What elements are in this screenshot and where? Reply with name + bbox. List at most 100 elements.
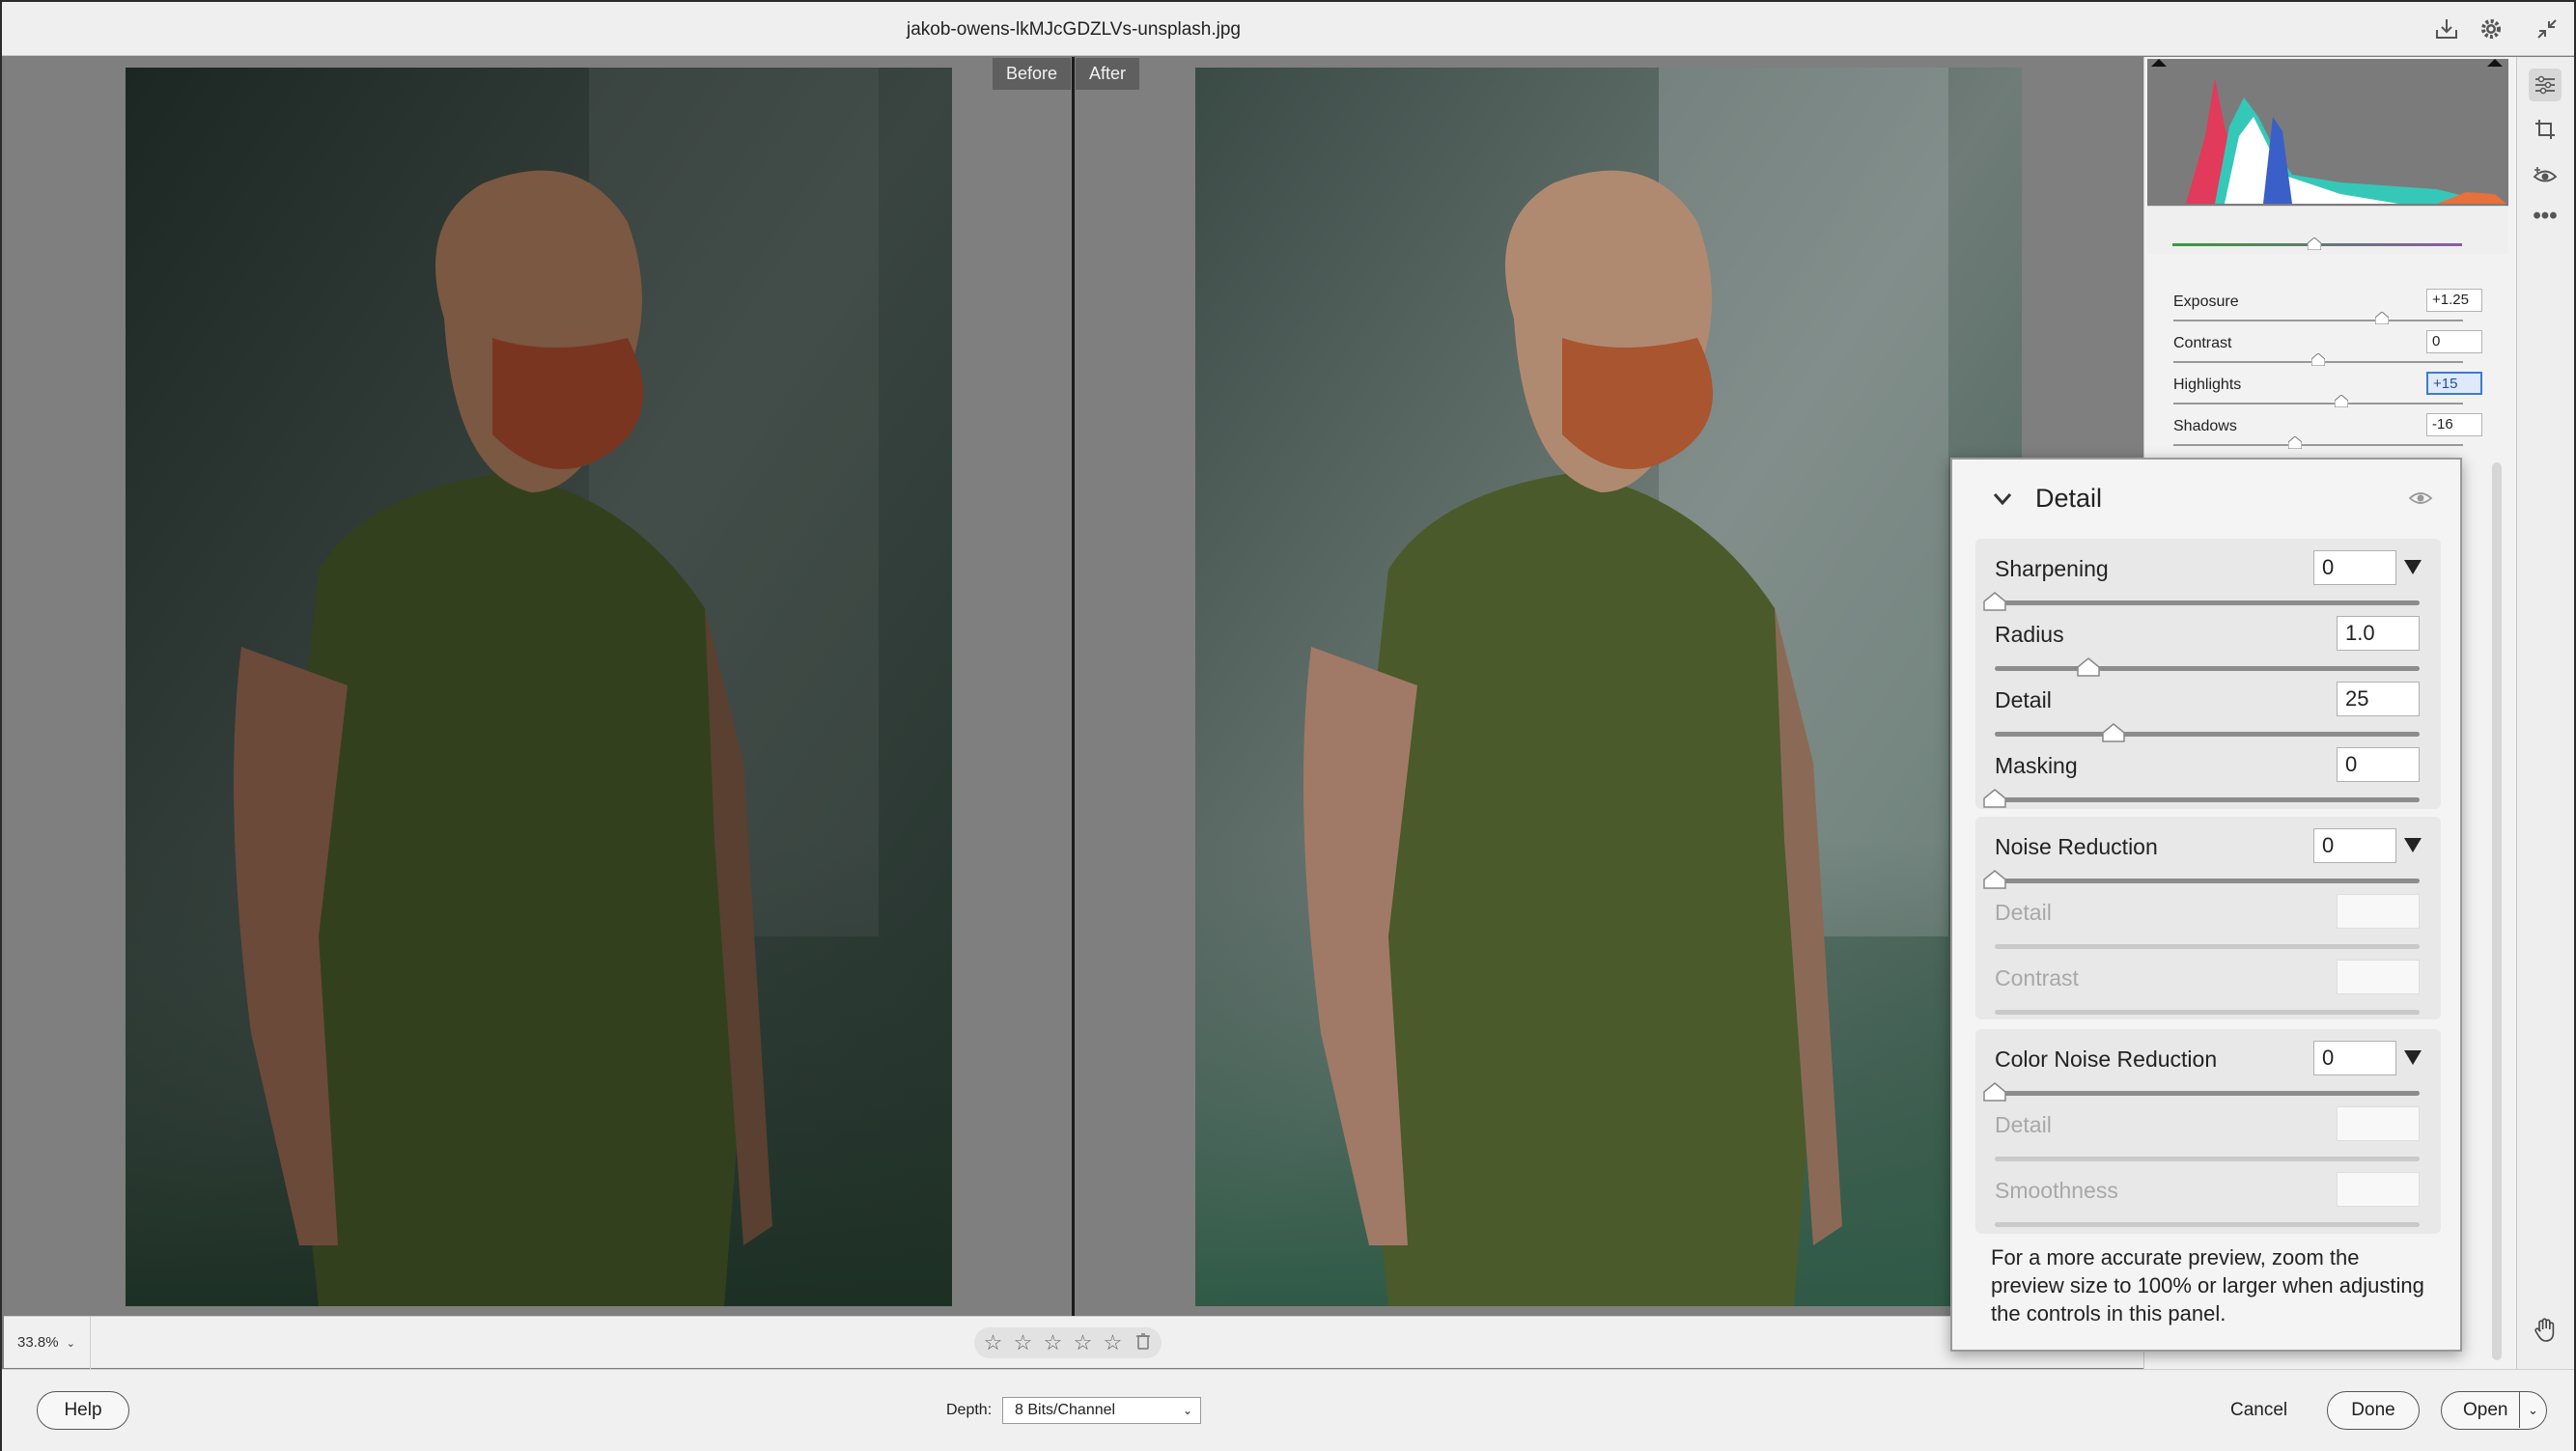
cancel-button[interactable]: Cancel <box>2230 1391 2287 1430</box>
slider-thumb[interactable] <box>1983 789 2006 808</box>
detail-header[interactable]: Detail <box>1952 460 2460 537</box>
hand-icon[interactable] <box>2529 1314 2562 1347</box>
basic-row-shadows: Shadows -16 <box>2173 413 2482 459</box>
chevron-down-icon[interactable]: ⌄ <box>2519 1392 2546 1428</box>
crop-icon[interactable] <box>2529 113 2562 146</box>
chevron-down-icon: ⌄ <box>66 1338 75 1350</box>
basic-row-highlights: Highlights +15 <box>2173 372 2482 417</box>
collapse-icon[interactable] <box>2532 14 2562 44</box>
slider-thumb[interactable] <box>1983 870 2006 889</box>
slider-track <box>1995 1157 2420 1161</box>
slider-value-field[interactable]: 0 <box>2426 330 2482 353</box>
slider-label: Contrast <box>1995 965 2079 991</box>
slider-track[interactable] <box>2173 403 2463 405</box>
slider-track[interactable] <box>2173 320 2463 321</box>
edit-sliders-icon[interactable] <box>2529 69 2562 101</box>
slider-thumb[interactable] <box>1983 592 2006 611</box>
basic-row-exposure: Exposure +1.25 <box>2173 289 2482 334</box>
group-value-field[interactable]: 0 <box>2313 828 2396 863</box>
slider-track[interactable] <box>1995 1091 2420 1096</box>
slider-value-field[interactable]: +1.25 <box>2426 289 2482 312</box>
chevron-down-icon: ⌄ <box>1182 1404 1192 1417</box>
slider-thumb[interactable] <box>2102 723 2125 742</box>
slider-track[interactable] <box>1995 879 2420 883</box>
chevron-down-icon[interactable] <box>1993 492 2012 506</box>
more-icon[interactable]: ••• <box>2529 200 2562 233</box>
slider-thumb[interactable] <box>2375 312 2389 324</box>
star-icon[interactable]: ☆ <box>1072 1330 1094 1355</box>
slider-value-field <box>2337 1106 2420 1141</box>
star-icon[interactable]: ☆ <box>1012 1330 1034 1355</box>
slider-track[interactable] <box>2173 444 2463 446</box>
slider-thumb[interactable] <box>2288 436 2302 449</box>
slider-thumb[interactable] <box>2311 353 2325 366</box>
open-button[interactable]: Open ⌄ <box>2441 1391 2547 1430</box>
slider-label: Radius <box>1995 622 2064 647</box>
slider-track[interactable] <box>1995 797 2420 802</box>
slider-thumb[interactable] <box>2335 395 2348 407</box>
slider-value-field[interactable]: 0 <box>2337 747 2420 782</box>
slider-label: Smoothness <box>1995 1178 2118 1203</box>
trash-icon[interactable] <box>1132 1332 1154 1354</box>
basic-row-contrast: Contrast 0 <box>2173 330 2482 376</box>
compare-divider[interactable] <box>1072 57 1075 1316</box>
slider-label: Detail <box>1995 1112 2052 1137</box>
color_noise-subrow: Smoothness <box>1995 1172 2420 1238</box>
tint-slider[interactable] <box>2147 206 2508 254</box>
eye-icon[interactable] <box>2408 488 2433 508</box>
gear-icon[interactable] <box>2476 14 2506 44</box>
slider-label: Masking <box>1995 753 2078 778</box>
noise-reduction-group: Noise Reduction 0 Detail Contrast <box>1975 817 2441 1019</box>
triangle-down-icon[interactable] <box>2404 560 2422 574</box>
raw-window: jakob-owens-lkMJcGDZLVs-unsplash.jpg Bef… <box>0 0 2576 1451</box>
star-icon[interactable]: ☆ <box>1102 1330 1124 1355</box>
star-icon[interactable]: ☆ <box>1042 1330 1064 1355</box>
detail-panel: Detail Sharpening 0 Radius 1.0 Detail 25 Maski… <box>1950 458 2462 1352</box>
color_noise-row: Color Noise Reduction 0 <box>1983 1041 2422 1106</box>
panel-scrollbar[interactable] <box>2492 462 2502 1360</box>
preview-canvas[interactable]: Before After <box>4 57 2143 1316</box>
slider-value-field[interactable]: +15 <box>2426 372 2482 395</box>
red-eye-icon[interactable] <box>2529 159 2562 192</box>
triangle-down-icon[interactable] <box>2404 838 2422 852</box>
group-label: Sharpening <box>1995 556 2109 581</box>
slider-value-field[interactable]: 1.0 <box>2337 616 2420 651</box>
group-label: Color Noise Reduction <box>1995 1046 2218 1072</box>
zoom-select[interactable]: 33.8% ⌄ <box>4 1317 91 1369</box>
slider-value-field[interactable]: 25 <box>2337 682 2420 716</box>
slider-track[interactable] <box>1995 600 2420 605</box>
star-icon[interactable]: ☆ <box>982 1330 1004 1355</box>
zoom-value: 33.8% <box>17 1334 59 1351</box>
noise-subrow: Contrast <box>1995 960 2420 1025</box>
slider-track <box>1995 944 2420 949</box>
slider-value-field <box>2337 894 2420 929</box>
slider-value-field <box>2337 1172 2420 1207</box>
slider-label: Highlights <box>2173 377 2242 393</box>
sharpening-subrow: Masking 0 <box>1983 747 2420 813</box>
sharpening-subrow: Radius 1.0 <box>1995 616 2420 682</box>
save-icon[interactable] <box>2431 14 2462 44</box>
noise-row: Noise Reduction 0 <box>1983 828 2422 894</box>
help-button[interactable]: Help <box>37 1391 129 1430</box>
window-title: jakob-owens-lkMJcGDZLVs-unsplash.jpg <box>907 19 1241 40</box>
done-button[interactable]: Done <box>2327 1391 2420 1430</box>
group-value-field[interactable]: 0 <box>2313 550 2396 585</box>
footer-bar: Help Depth: 8 Bits/Channel ⌄ Cancel Done… <box>2 1369 2574 1451</box>
slider-value-field[interactable]: -16 <box>2426 413 2482 436</box>
before-image <box>126 68 952 1306</box>
rating-stars[interactable]: ☆ ☆ ☆ ☆ ☆ <box>974 1327 1162 1358</box>
tool-strip: ••• <box>2516 57 2574 1369</box>
triangle-down-icon[interactable] <box>2404 1050 2422 1065</box>
group-value-field[interactable]: 0 <box>2313 1041 2396 1075</box>
slider-thumb[interactable] <box>2077 657 2100 677</box>
slider-thumb[interactable] <box>1983 1082 2006 1102</box>
slider-track[interactable] <box>1995 732 2420 737</box>
depth-select[interactable]: 8 Bits/Channel ⌄ <box>1002 1397 1201 1424</box>
slider-track[interactable] <box>1995 666 2420 671</box>
accuracy-note: For a more accurate preview, zoom the pr… <box>1991 1245 2424 1325</box>
after-label: After <box>1076 58 1140 90</box>
slider-track <box>1995 1010 2420 1015</box>
noise-subrow: Detail <box>1995 894 2420 960</box>
title-bar: jakob-owens-lkMJcGDZLVs-unsplash.jpg <box>2 2 2574 56</box>
color-noise-reduction-group: Color Noise Reduction 0 Detail Smoothness <box>1975 1029 2441 1234</box>
